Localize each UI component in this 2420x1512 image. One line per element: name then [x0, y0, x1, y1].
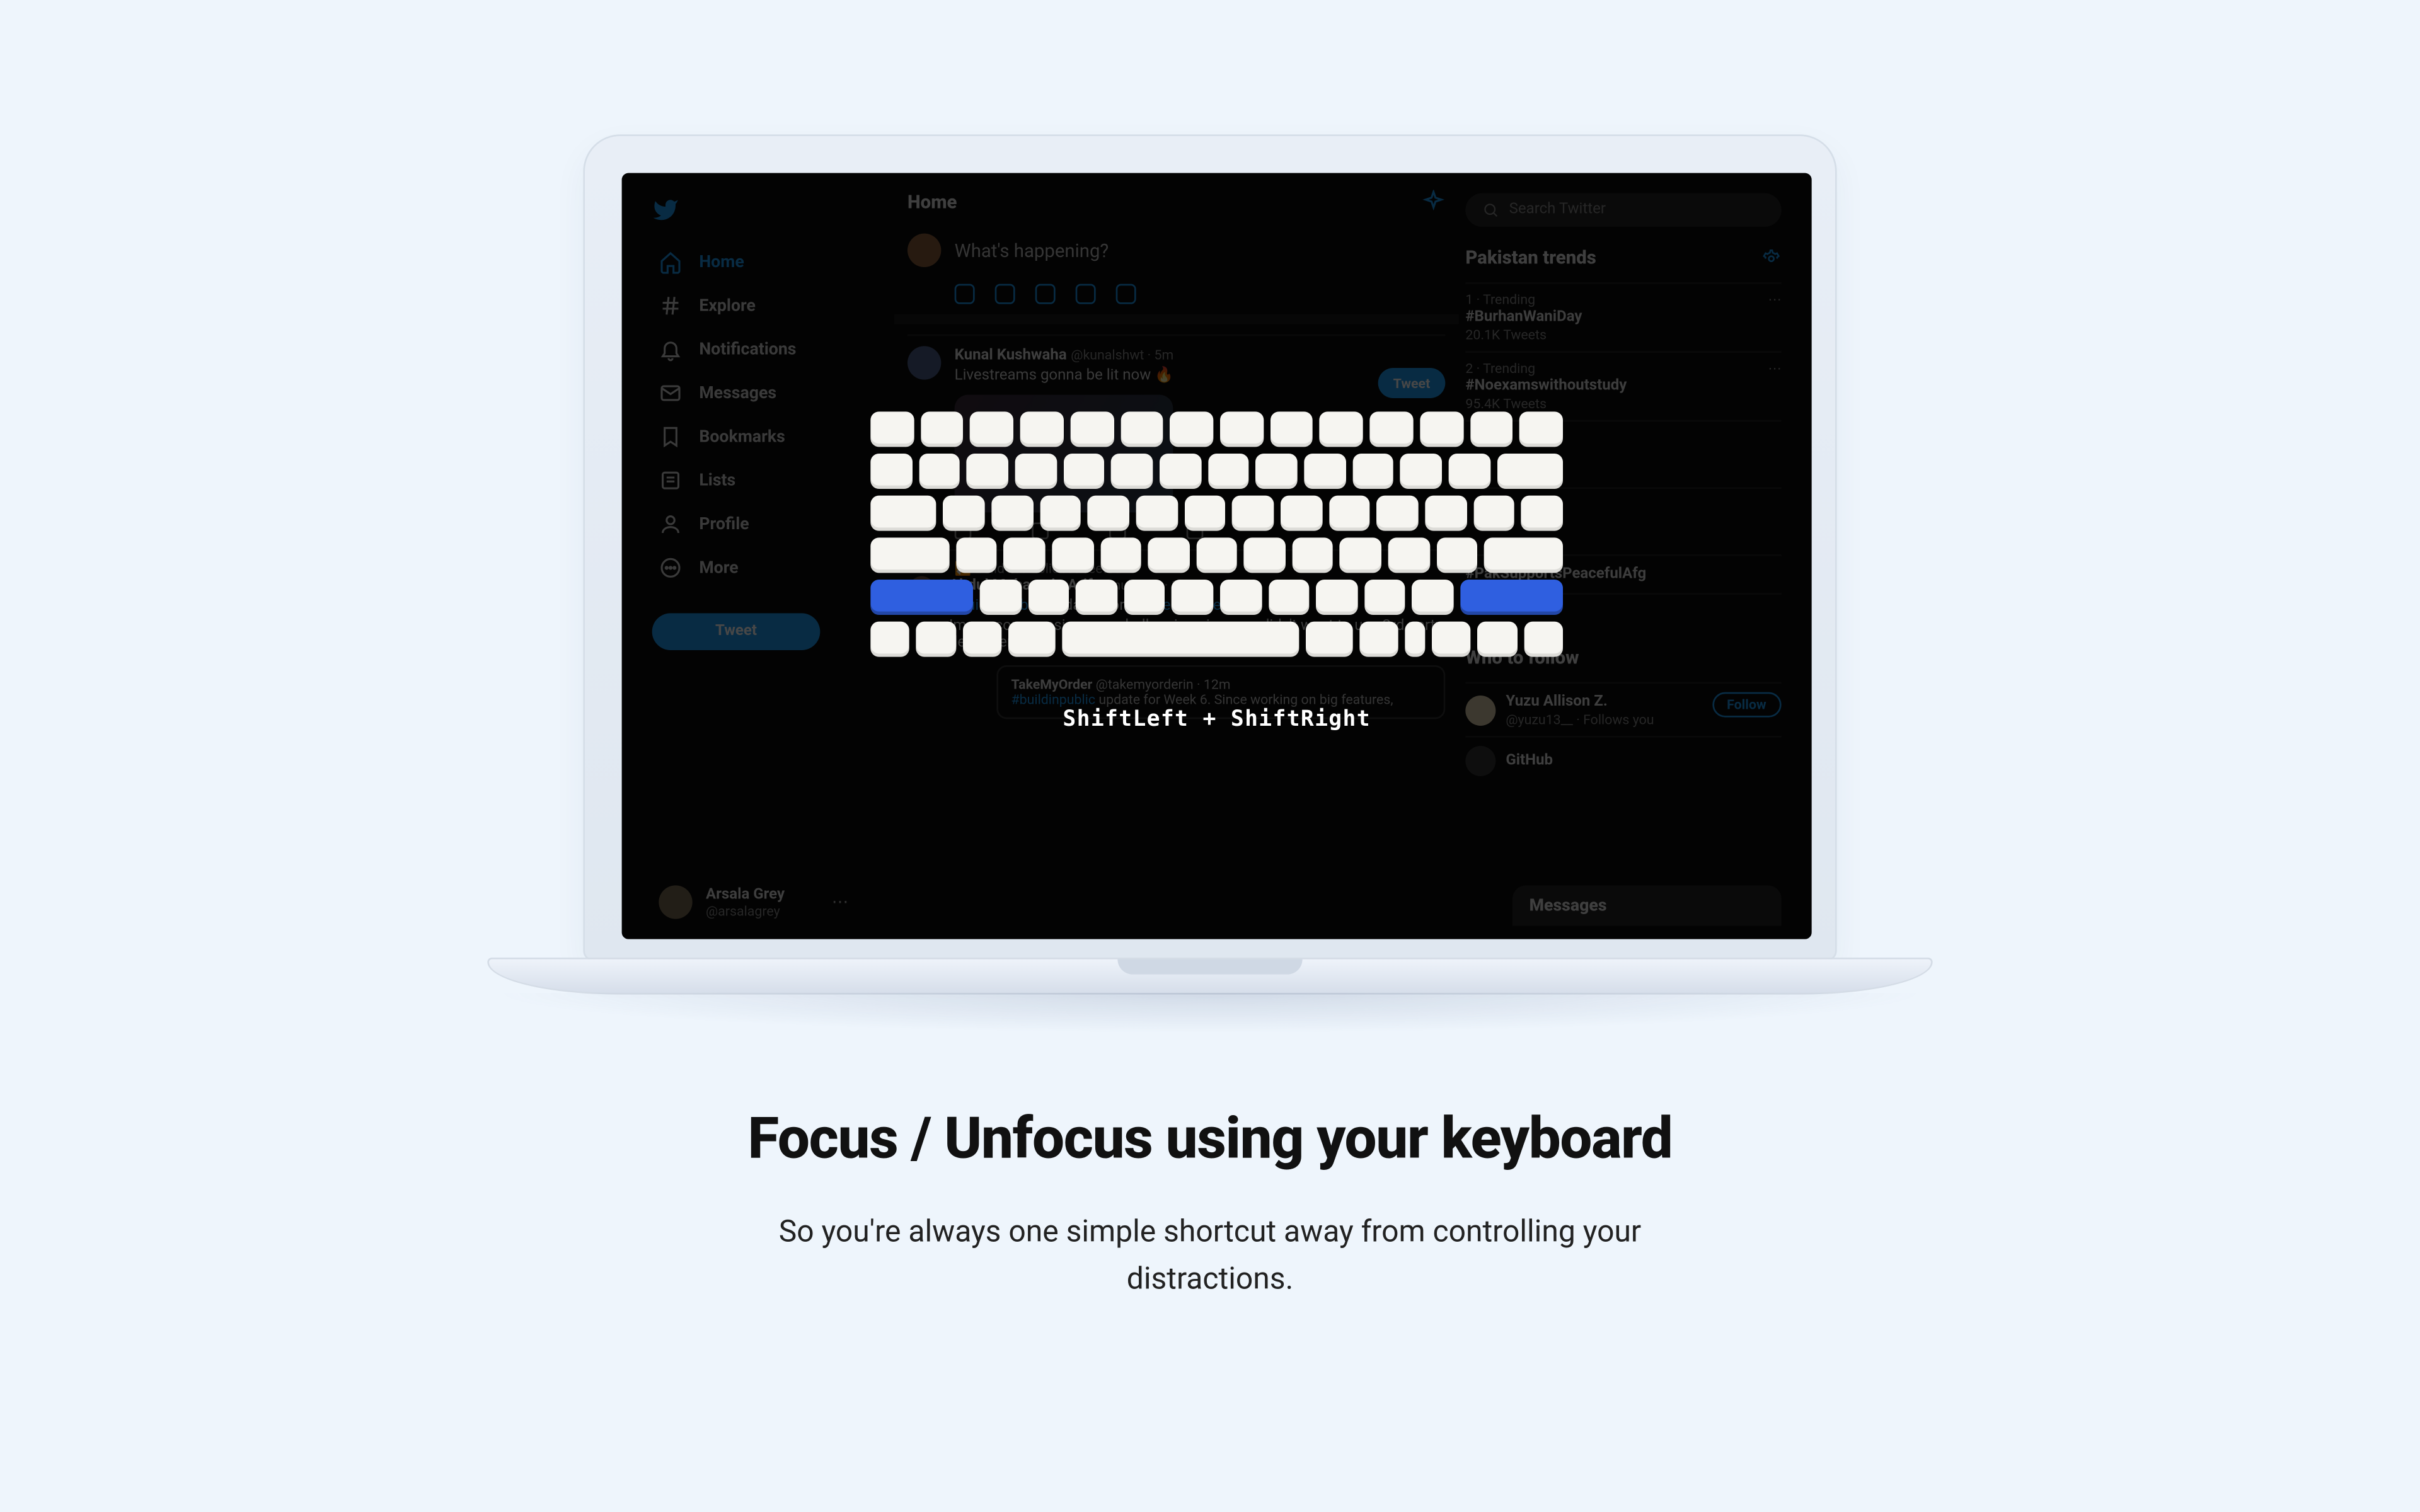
keyboard-key — [870, 453, 912, 488]
keyboard-key — [1352, 453, 1394, 488]
keyboard-key — [1420, 411, 1463, 446]
keyboard-key — [1070, 411, 1114, 446]
keyboard-key — [1124, 579, 1165, 614]
keyboard-key — [1405, 621, 1425, 656]
keyboard-key — [870, 495, 936, 530]
keyboard-key — [1292, 537, 1334, 572]
keyboard-key — [1076, 579, 1117, 614]
keyboard-key — [1148, 537, 1190, 572]
keyboard-key — [1121, 411, 1164, 446]
keyboard-key — [1111, 453, 1153, 488]
keyboard-key — [992, 495, 1034, 530]
keyboard-key — [1015, 453, 1057, 488]
keyboard-key — [1448, 453, 1490, 488]
keyboard-key — [1281, 495, 1322, 530]
keyboard-key — [1184, 495, 1226, 530]
shortcut-label: ShiftLeft + ShiftRight — [1063, 706, 1371, 731]
keyboard-key — [1359, 621, 1398, 656]
keyboard-key — [870, 579, 974, 614]
keyboard-key — [1020, 411, 1064, 446]
keyboard-key — [1370, 411, 1414, 446]
keyboard-key — [1436, 537, 1478, 572]
keyboard-key — [956, 537, 998, 572]
keyboard-key — [1040, 495, 1081, 530]
keyboard-key — [1028, 579, 1069, 614]
keyboard-key — [1008, 621, 1056, 656]
keyboard-graphic — [870, 411, 1563, 656]
keyboard-key — [943, 495, 985, 530]
keyboard-key — [1497, 453, 1563, 488]
keyboard-key — [1063, 621, 1298, 656]
keyboard-key — [1233, 495, 1274, 530]
keyboard-key — [1256, 453, 1298, 488]
keyboard-key — [1412, 579, 1453, 614]
keyboard-key — [1316, 579, 1357, 614]
keyboard-key — [967, 453, 1008, 488]
keyboard-key — [962, 621, 1001, 656]
keyboard-key — [1400, 453, 1442, 488]
laptop-mockup: Home Explore Notifications Messages Book… — [583, 134, 1836, 994]
keyboard-key — [1470, 411, 1513, 446]
keyboard-key — [919, 453, 960, 488]
keyboard-key — [1270, 411, 1313, 446]
keyboard-key — [1063, 453, 1105, 488]
keyboard-key — [1460, 579, 1563, 614]
keyboard-key — [1052, 537, 1093, 572]
keyboard-key — [1088, 495, 1129, 530]
laptop-screen: Home Explore Notifications Messages Book… — [622, 173, 1812, 939]
laptop-bezel: Home Explore Notifications Messages Book… — [583, 134, 1836, 961]
shortcut-overlay: ShiftLeft + ShiftRight — [622, 173, 1812, 939]
keyboard-key — [1524, 621, 1563, 656]
caption-block: Focus / Unfocus using your keyboard So y… — [0, 1106, 2420, 1303]
keyboard-key — [1220, 411, 1264, 446]
keyboard-key — [1304, 453, 1345, 488]
keyboard-key — [1520, 411, 1564, 446]
keyboard-key — [870, 621, 909, 656]
keyboard-key — [1425, 495, 1466, 530]
keyboard-key — [870, 411, 914, 446]
keyboard-key — [1207, 453, 1249, 488]
keyboard-key — [1244, 537, 1286, 572]
keyboard-key — [1196, 537, 1238, 572]
keyboard-key — [870, 537, 949, 572]
keyboard-key — [1377, 495, 1419, 530]
keyboard-key — [1100, 537, 1141, 572]
keyboard-key — [1431, 621, 1470, 656]
keyboard-key — [1172, 579, 1213, 614]
caption-title: Focus / Unfocus using your keyboard — [0, 1106, 2420, 1173]
keyboard-key — [1136, 495, 1178, 530]
keyboard-key — [1478, 621, 1517, 656]
keyboard-key — [1220, 579, 1261, 614]
keyboard-key — [1388, 537, 1430, 572]
keyboard-key — [1170, 411, 1214, 446]
keyboard-key — [971, 411, 1014, 446]
keyboard-key — [1329, 495, 1371, 530]
keyboard-key — [1484, 537, 1563, 572]
keyboard-key — [1268, 579, 1309, 614]
keyboard-key — [1160, 453, 1201, 488]
caption-body: So you're always one simple shortcut awa… — [706, 1210, 1714, 1303]
keyboard-key — [1320, 411, 1364, 446]
laptop-notch — [1117, 959, 1302, 975]
keyboard-key — [981, 579, 1022, 614]
keyboard-key — [1305, 621, 1352, 656]
laptop-base — [487, 958, 1932, 995]
keyboard-key — [921, 411, 964, 446]
keyboard-key — [1364, 579, 1405, 614]
keyboard-key — [1473, 495, 1515, 530]
keyboard-key — [916, 621, 955, 656]
keyboard-key — [1521, 495, 1563, 530]
keyboard-key — [1340, 537, 1382, 572]
keyboard-key — [1004, 537, 1046, 572]
